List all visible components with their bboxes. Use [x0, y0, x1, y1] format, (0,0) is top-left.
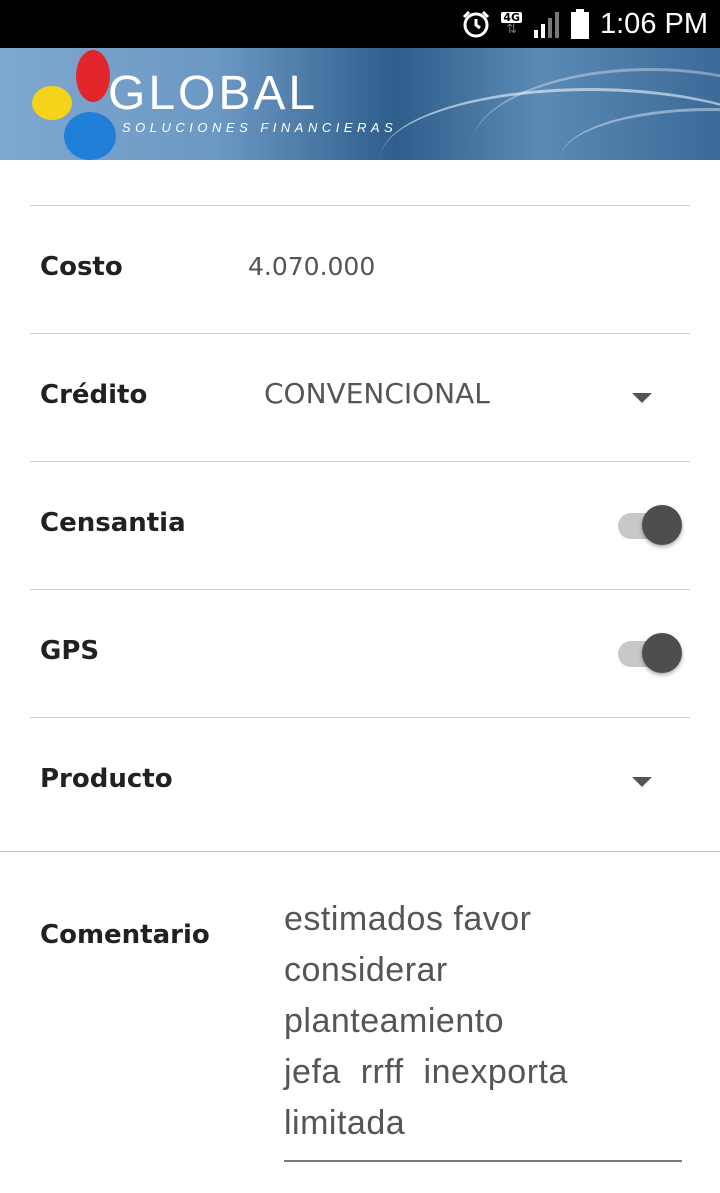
signal-icon [534, 12, 559, 38]
gps-label: GPS [40, 636, 100, 666]
textarea-underline [284, 1160, 682, 1162]
divider [30, 205, 690, 206]
4g-data-icon: 4G ⇅ [501, 11, 522, 37]
divider [30, 589, 690, 590]
divider [30, 461, 690, 462]
header-banner: GLOBAL SOLUCIONES FINANCIERAS [0, 48, 720, 160]
costo-value: 4.070.000 [248, 252, 376, 281]
credito-label: Crédito [40, 380, 148, 410]
costo-label: Costo [40, 252, 123, 282]
comentario-textarea[interactable]: estimados favor considerar planteamiento… [284, 894, 682, 1149]
censantia-toggle[interactable] [618, 503, 684, 547]
logo-subtitle: SOLUCIONES FINANCIERAS [122, 120, 398, 135]
divider [30, 333, 690, 334]
status-bar: 4G ⇅ 1:06 PM [0, 0, 720, 48]
logo-title: GLOBAL [108, 67, 319, 120]
credito-select[interactable]: CONVENCIONAL [264, 377, 490, 410]
chevron-down-icon[interactable] [632, 393, 652, 403]
gps-toggle[interactable] [618, 631, 684, 675]
censantia-label: Censantia [40, 508, 186, 538]
clock: 1:06 PM [600, 7, 708, 40]
producto-label: Producto [40, 764, 173, 794]
toggle-thumb [642, 633, 682, 673]
alarm-icon [463, 10, 490, 38]
battery-icon [571, 9, 589, 39]
divider [30, 717, 690, 718]
comentario-label: Comentario [40, 920, 210, 950]
toggle-thumb [642, 505, 682, 545]
section-divider [0, 851, 720, 852]
chevron-down-icon[interactable] [632, 777, 652, 787]
